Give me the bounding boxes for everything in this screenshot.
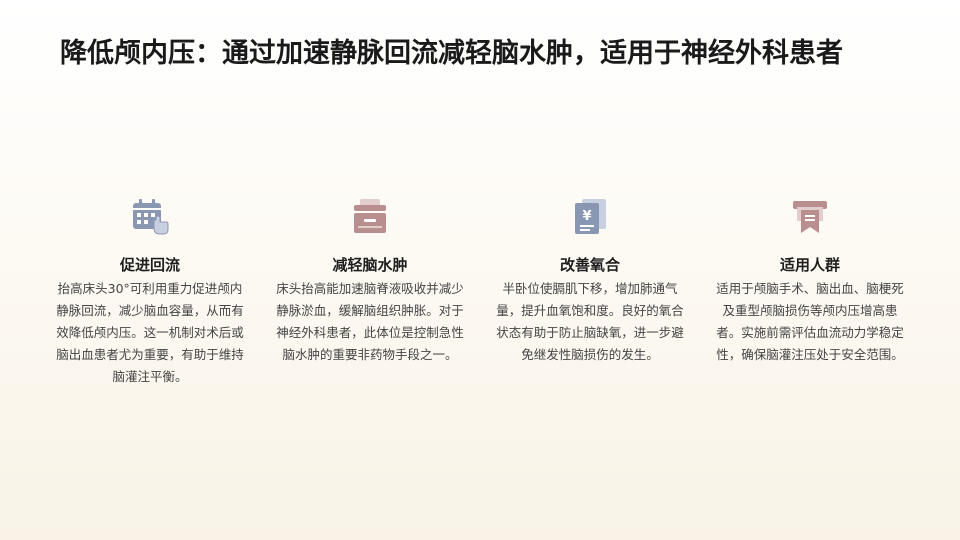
slide-title: 降低颅内压：通过加速静脉回流减轻脑水肿，适用于神经外科患者 [60,38,843,69]
feature-cards: 促进回流 抬高床头30°可利用重力促进颅内静脉回流，减少脑血容量，从而有效降低颅… [40,192,920,388]
card-title: 改善氧合 [559,256,620,274]
certificate-ribbon-icon [786,192,834,240]
card-promote-return: 促进回流 抬高床头30°可利用重力促进颅内静脉回流，减少脑血容量，从而有效降低颅… [40,192,260,388]
card-improve-oxygenation: ¥ 改善氧合 半卧位使膈肌下移，增加肺通气量，提升血氧饱和度。良好的氧合状态有助… [480,192,700,388]
card-title: 适用人群 [779,256,840,274]
card-body: 抬高床头30°可利用重力促进颅内静脉回流，减少脑血容量，从而有效降低颅内压。这一… [56,281,244,384]
archive-box-icon [346,192,394,240]
card-body: 半卧位使膈肌下移，增加肺通气量，提升血氧饱和度。良好的氧合状态有助于防止脑缺氧，… [496,281,684,362]
card-reduce-edema: 减轻脑水肿 床头抬高能加速脑脊液吸收并减少静脉淤血，缓解脑组织肿胀。对于神经外科… [260,192,480,388]
svg-text:¥: ¥ [582,209,591,224]
card-title: 减轻脑水肿 [332,256,408,274]
card-body: 床头抬高能加速脑脊液吸收并减少静脉淤血，缓解脑组织肿胀。对于神经外科患者，此体位… [276,281,464,362]
card-target-population: 适用人群 适用于颅脑手术、脑出血、脑梗死及重型颅脑损伤等颅内压增高患者。实施前需… [700,192,920,388]
yuan-document-icon: ¥ [566,192,614,240]
card-title: 促进回流 [119,256,180,274]
calendar-hand-icon [126,192,174,240]
card-body: 适用于颅脑手术、脑出血、脑梗死及重型颅脑损伤等颅内压增高患者。实施前需评估血流动… [716,281,904,362]
